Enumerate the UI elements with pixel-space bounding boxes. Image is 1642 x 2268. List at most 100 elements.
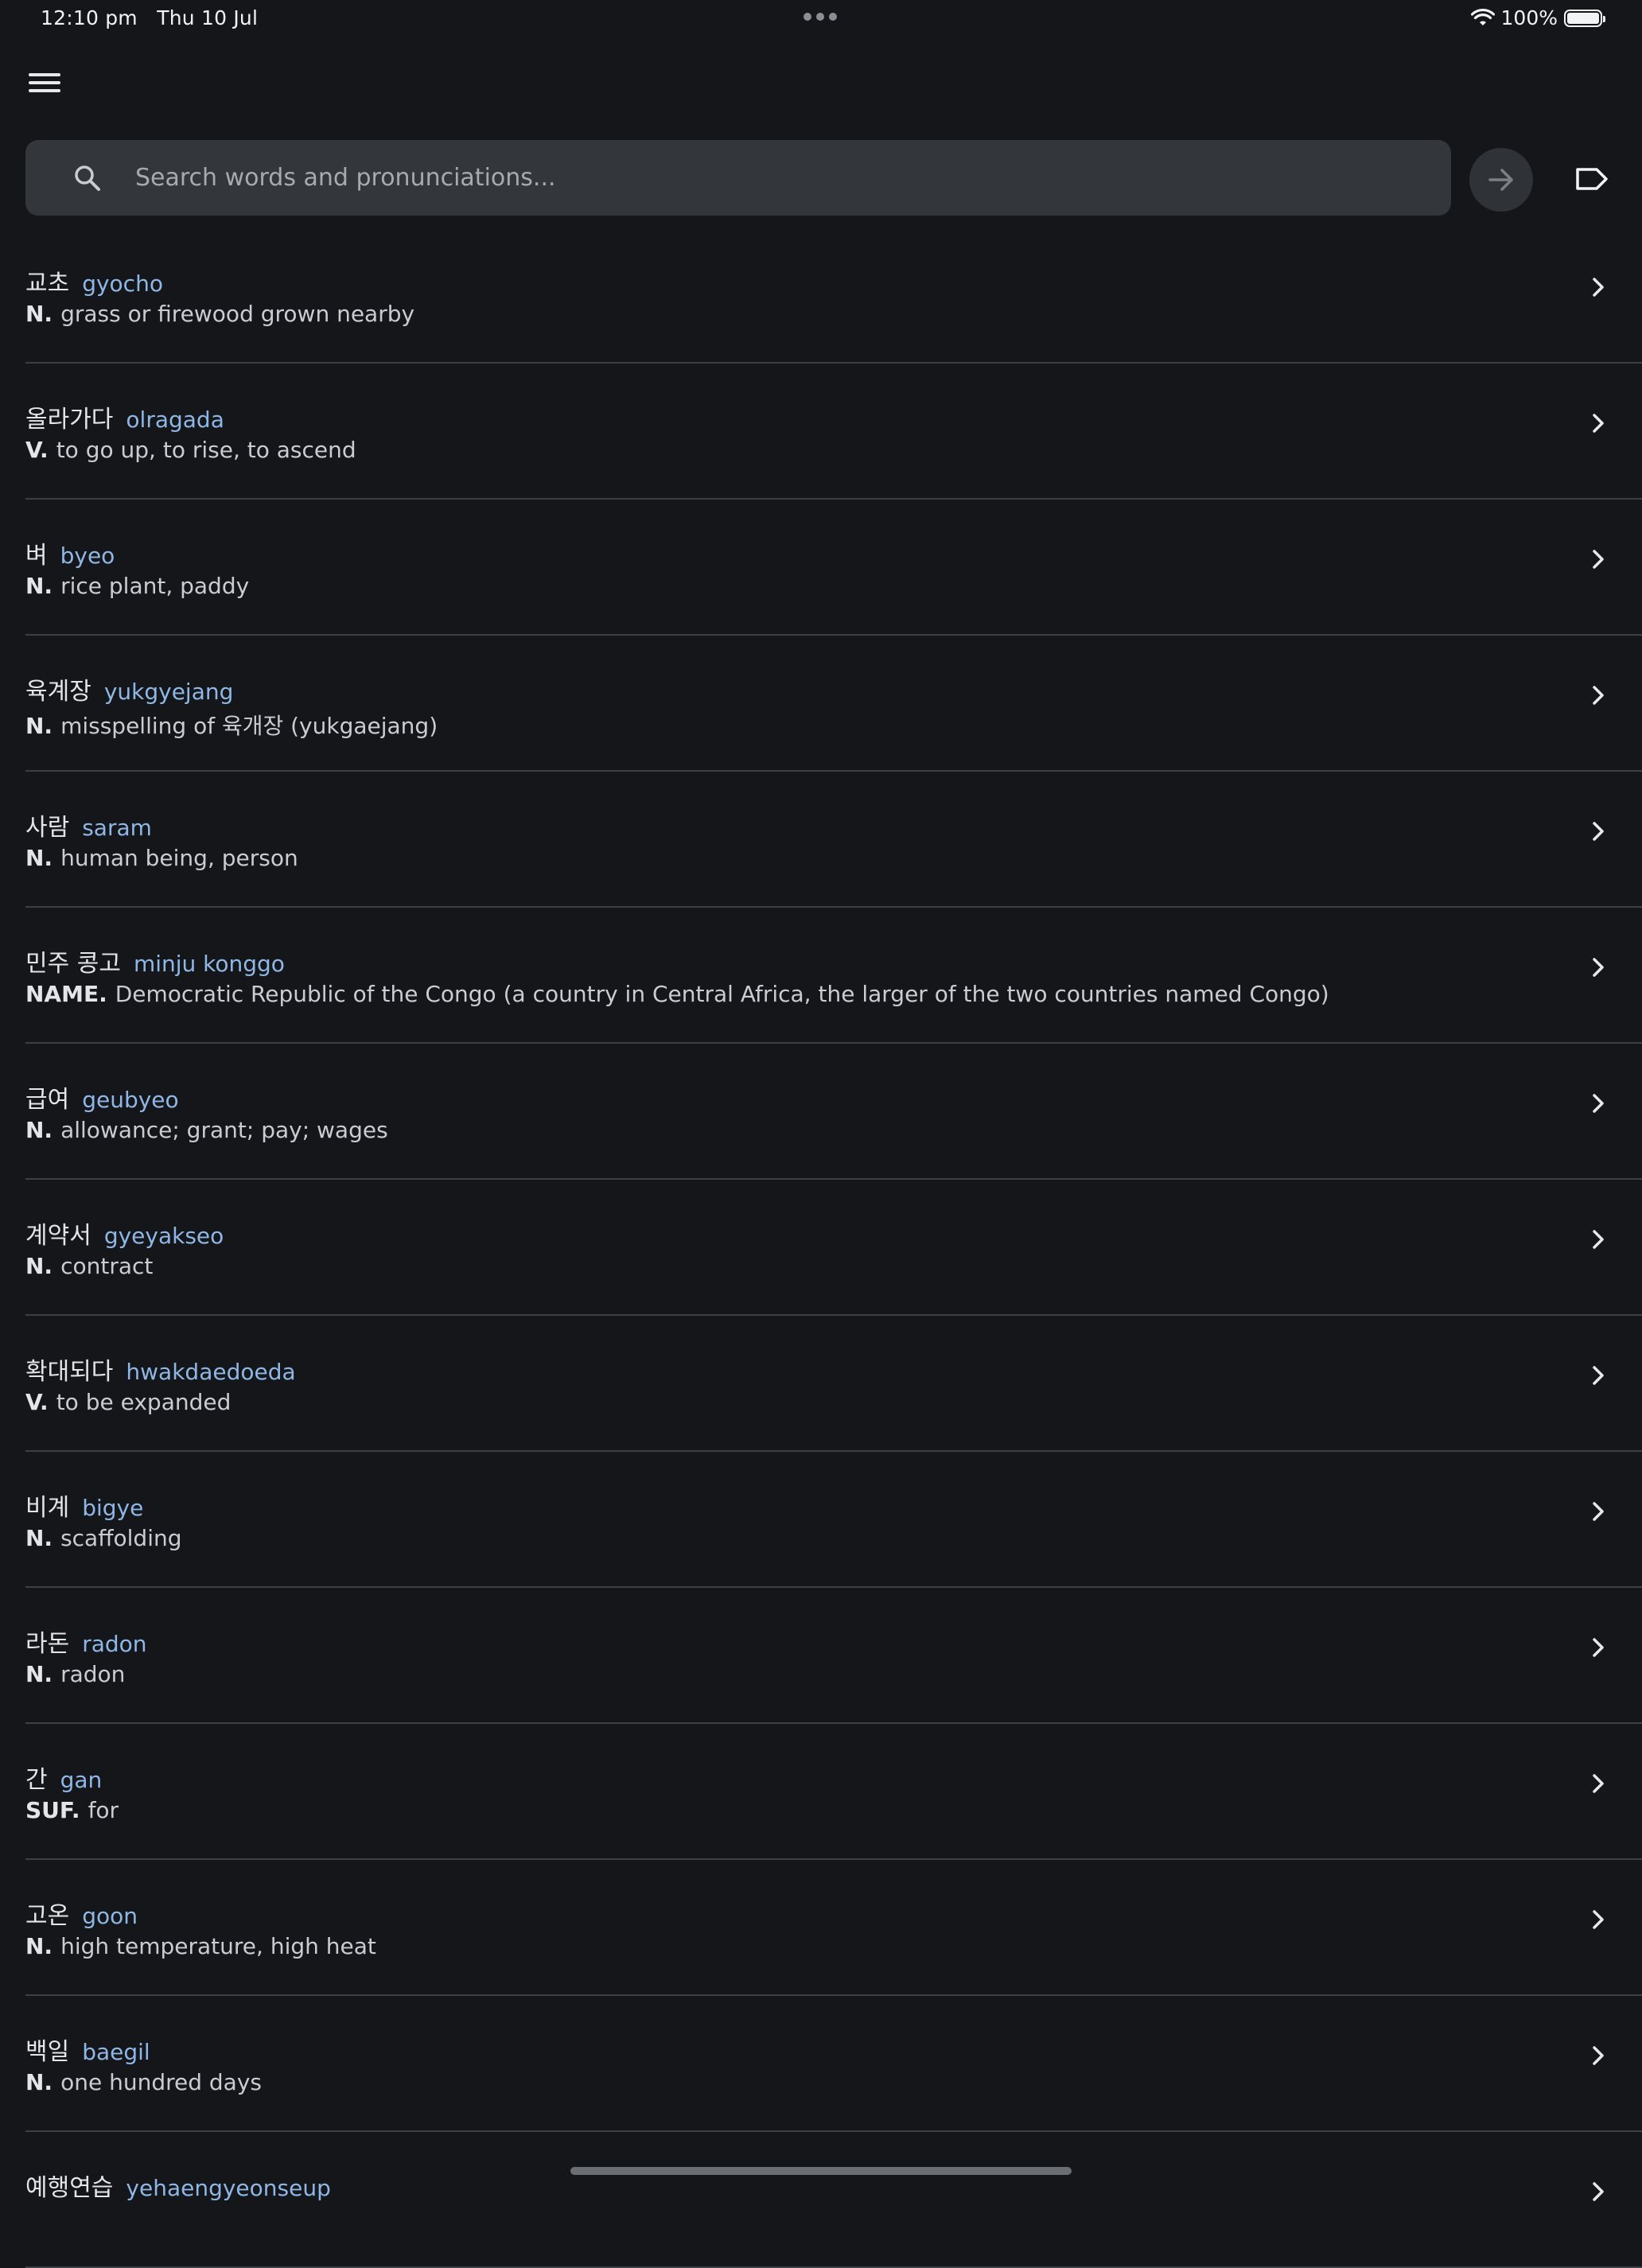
word-hangul: 간: [25, 1766, 48, 1794]
chevron-right-icon: [1593, 2182, 1604, 2201]
part-of-speech: N.: [25, 1525, 53, 1551]
word-definition: contract: [60, 1253, 154, 1279]
word-definition-line: SUF. for: [25, 1797, 119, 1823]
word-definition: misspelling of 육개장 (yukgaejang): [60, 713, 438, 739]
home-indicator[interactable]: [570, 2167, 1072, 2175]
part-of-speech: N.: [25, 1117, 53, 1143]
multitasking-dots-icon[interactable]: [803, 13, 837, 21]
arrow-right-icon: [1488, 169, 1513, 191]
word-definition-line: N. rice plant, paddy: [25, 573, 249, 599]
word-list-item[interactable]: 사람 saram N. human being, person: [25, 772, 1642, 908]
chevron-right-icon: [1593, 1502, 1604, 1521]
part-of-speech: V.: [25, 437, 49, 463]
part-of-speech: N.: [25, 1661, 53, 1687]
word-hangul: 올라가다: [25, 406, 114, 434]
part-of-speech: N.: [25, 1933, 53, 1959]
word-romanization: geubyeo: [82, 1087, 179, 1113]
word-heading: 예행연습 yehaengyeonseup: [25, 2168, 331, 2203]
word-definition-line: V. to be expanded: [25, 1389, 231, 1415]
word-definition-line: [25, 2205, 33, 2231]
word-romanization: yehaengyeonseup: [126, 2175, 331, 2201]
word-heading: 비계 bigye: [25, 1488, 143, 1523]
word-definition-line: N. scaffolding: [25, 1525, 182, 1551]
word-definition-line: N. misspelling of 육개장 (yukgaejang): [25, 709, 438, 741]
chevron-right-icon: [1593, 1230, 1604, 1249]
word-definition: for: [88, 1797, 119, 1823]
word-hangul: 사람: [25, 814, 70, 842]
hamburger-menu-icon[interactable]: [27, 68, 62, 97]
chevron-right-icon: [1593, 1774, 1604, 1793]
part-of-speech: N.: [25, 1253, 53, 1279]
word-hangul: 백일: [25, 2038, 70, 2066]
word-definition-line: NAME. Democratic Republic of the Congo (a…: [25, 981, 1329, 1007]
chevron-right-icon: [1593, 2046, 1604, 2065]
word-definition-line: V. to go up, to rise, to ascend: [25, 437, 356, 463]
word-heading: 급여 geubyeo: [25, 1080, 179, 1115]
word-heading: 민주 콩고 minju konggo: [25, 943, 285, 978]
part-of-speech: SUF.: [25, 1797, 80, 1823]
word-list-item[interactable]: 고온 goon N. high temperature, high heat: [25, 1860, 1642, 1996]
word-romanization: minju konggo: [133, 951, 285, 977]
part-of-speech: NAME.: [25, 981, 107, 1007]
chevron-right-icon: [1593, 1094, 1604, 1113]
word-list-item[interactable]: 라돈 radon N. radon: [25, 1588, 1642, 1724]
word-list-item[interactable]: 간 gan SUF. for: [25, 1724, 1642, 1860]
word-definition: allowance; grant; pay; wages: [60, 1117, 388, 1143]
word-definition: to go up, to rise, to ascend: [56, 437, 356, 463]
word-definition-line: N. human being, person: [25, 845, 298, 871]
word-heading: 올라가다 olragada: [25, 399, 224, 434]
word-list-item[interactable]: 민주 콩고 minju konggo NAME. Democratic Republi…: [25, 908, 1642, 1044]
part-of-speech: N.: [25, 2069, 53, 2095]
word-definition-line: N. high temperature, high heat: [25, 1933, 376, 1959]
word-heading: 확대되다 hwakdaedoeda: [25, 1352, 296, 1387]
chevron-right-icon: [1593, 958, 1604, 977]
chevron-right-icon: [1593, 1910, 1604, 1929]
battery-percent: 100%: [1500, 6, 1558, 29]
word-definition-line: N. grass or firewood grown nearby: [25, 301, 414, 327]
word-hangul: 비계: [25, 1494, 70, 1522]
word-list-item[interactable]: 급여 geubyeo N. allowance; grant; pay; wages: [25, 1044, 1642, 1180]
word-romanization: gyocho: [82, 270, 163, 297]
chevron-right-icon: [1593, 414, 1604, 433]
word-definition: human being, person: [60, 845, 298, 871]
word-list-item[interactable]: 예행연습 yehaengyeonseup: [25, 2132, 1642, 2268]
label-button[interactable]: [1572, 159, 1612, 199]
search-input[interactable]: [134, 153, 1451, 203]
word-definition: rice plant, paddy: [60, 573, 250, 599]
chevron-right-icon: [1593, 686, 1604, 705]
search-icon: [75, 165, 100, 191]
word-hangul: 벼: [25, 542, 48, 570]
word-list-item[interactable]: 계약서 gyeyakseo N. contract: [25, 1180, 1642, 1316]
word-heading: 벼 byeo: [25, 535, 115, 570]
word-list-item[interactable]: 확대되다 hwakdaedoeda V. to be expanded: [25, 1316, 1642, 1452]
word-list-item[interactable]: 육계장 yukgyejang N. misspelling of 육개장 (yukga…: [25, 636, 1642, 772]
part-of-speech: N.: [25, 301, 53, 327]
status-right: 100%: [1470, 6, 1605, 29]
word-romanization: gyeyakseo: [103, 1223, 224, 1249]
word-romanization: radon: [82, 1631, 147, 1657]
search-box[interactable]: [25, 140, 1451, 216]
chevron-right-icon: [1593, 1366, 1604, 1385]
word-list-item[interactable]: 비계 bigye N. scaffolding: [25, 1452, 1642, 1588]
word-hangul: 민주 콩고: [25, 950, 121, 978]
word-list-item[interactable]: 백일 baegil N. one hundred days: [25, 1996, 1642, 2132]
word-hangul: 육계장: [25, 678, 91, 706]
part-of-speech: V.: [25, 1389, 49, 1415]
status-date: Thu 10 Jul: [157, 6, 259, 29]
word-list-item[interactable]: 벼 byeo N. rice plant, paddy: [25, 500, 1642, 636]
word-list-item[interactable]: 올라가다 olragada V. to go up, to rise, to asce…: [25, 364, 1642, 500]
word-romanization: olragada: [126, 407, 224, 433]
word-romanization: baegil: [82, 2039, 150, 2065]
chevron-right-icon: [1593, 550, 1604, 569]
word-romanization: gan: [60, 1767, 103, 1793]
word-definition: Democratic Republic of the Congo (a coun…: [115, 981, 1329, 1007]
chevron-right-icon: [1593, 278, 1604, 297]
word-hangul: 교초: [25, 270, 70, 298]
status-time: 12:10 pm Thu 10 Jul: [41, 6, 258, 29]
word-definition: high temperature, high heat: [60, 1933, 376, 1959]
word-list-item[interactable]: 교초 gyocho N. grass or firewood grown nearby: [25, 228, 1642, 364]
go-button[interactable]: [1469, 148, 1533, 212]
word-definition: radon: [60, 1661, 126, 1687]
word-heading: 간 gan: [25, 1760, 102, 1795]
word-definition: grass or firewood grown nearby: [60, 301, 415, 327]
